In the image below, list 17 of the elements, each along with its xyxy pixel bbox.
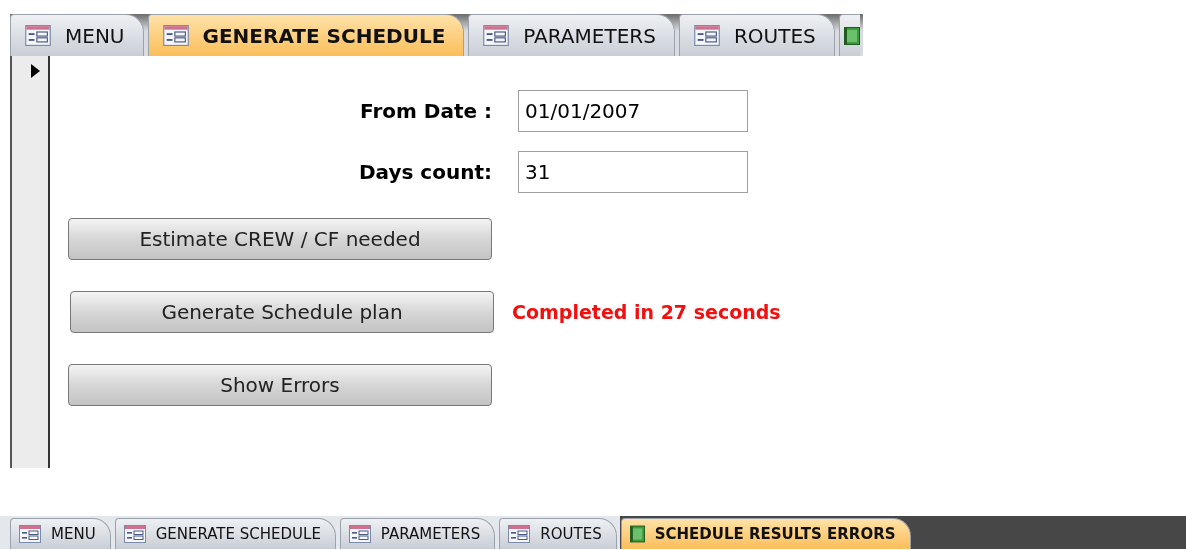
tab[interactable]: GENERATE SCHEDULE bbox=[147, 14, 465, 56]
tab[interactable]: ROUTES bbox=[499, 518, 617, 549]
action-button[interactable]: Estimate CREW / CF needed bbox=[68, 218, 492, 260]
status-message: Completed in 27 seconds bbox=[512, 301, 781, 323]
field-label: From Date : bbox=[360, 99, 492, 123]
tab[interactable]: PARAMETERS bbox=[339, 518, 496, 549]
tab[interactable]: GENERATE SCHEDULE bbox=[114, 518, 336, 549]
action-button[interactable]: Show Errors bbox=[68, 364, 492, 406]
tab[interactable]: MENU bbox=[10, 14, 144, 56]
tab[interactable]: SCHEDULE RESULTS ERRORS bbox=[620, 518, 911, 549]
input-field[interactable]: 01/01/2007 bbox=[518, 90, 748, 132]
action-button[interactable]: Generate Schedule plan bbox=[70, 291, 494, 333]
field-label: Days count: bbox=[358, 160, 492, 184]
tab[interactable]: PARAMETERS bbox=[468, 14, 675, 56]
input-field[interactable]: 31 bbox=[518, 151, 748, 193]
tab[interactable]: MENU bbox=[10, 518, 111, 549]
tab[interactable]: ROUTES bbox=[678, 14, 835, 56]
